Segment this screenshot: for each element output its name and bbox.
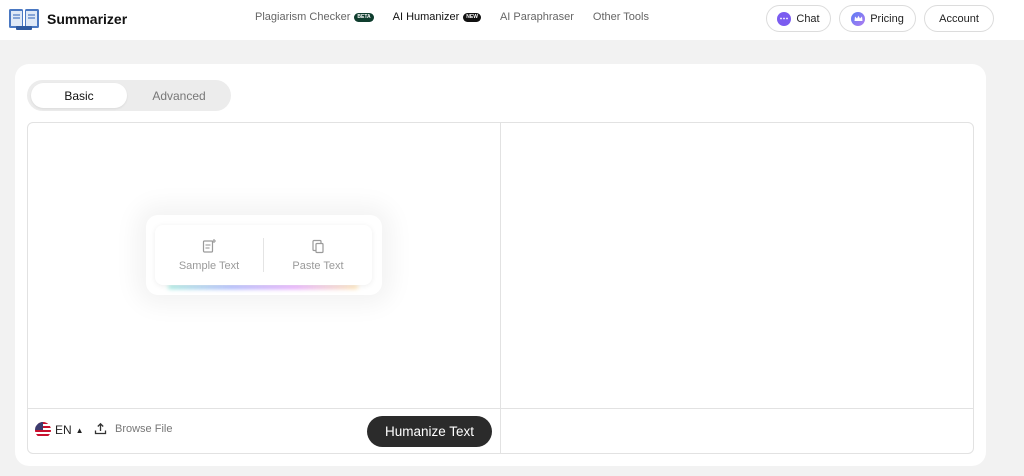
sample-text-label: Sample Text xyxy=(178,260,240,272)
input-helper-box: Sample Text Paste Text xyxy=(155,225,372,285)
us-flag-icon xyxy=(35,422,51,438)
language-code: EN xyxy=(55,423,72,437)
browse-file-button[interactable]: Browse File xyxy=(94,422,172,435)
language-selector[interactable]: EN ▲ xyxy=(35,422,84,438)
chat-button[interactable]: Chat xyxy=(766,5,831,32)
pane-divider xyxy=(500,123,501,453)
humanizer-card: Basic Advanced Sample Text Paste Text EN… xyxy=(15,64,986,466)
account-button[interactable]: Account xyxy=(924,5,994,32)
upload-icon xyxy=(94,422,107,435)
nav-label: Plagiarism Checker xyxy=(255,11,351,23)
nav-ai-paraphraser[interactable]: AI Paraphraser xyxy=(500,11,574,23)
top-header: Summarizer Plagiarism Checker BETA AI Hu… xyxy=(0,0,1024,40)
nav-other-tools[interactable]: Other Tools xyxy=(593,11,649,23)
sample-text-button[interactable]: Sample Text xyxy=(155,225,263,285)
caret-up-icon: ▲ xyxy=(75,425,84,435)
mode-toggle: Basic Advanced xyxy=(27,80,231,111)
book-logo-icon xyxy=(9,9,39,30)
chat-label: Chat xyxy=(796,12,820,25)
brand-name: Summarizer xyxy=(47,11,128,27)
pricing-label: Pricing xyxy=(870,12,904,25)
browse-file-label: Browse File xyxy=(115,422,173,435)
clipboard-icon xyxy=(312,239,324,254)
nav-label: Other Tools xyxy=(592,11,649,23)
nav-label: AI Paraphraser xyxy=(499,11,574,23)
pricing-button[interactable]: Pricing xyxy=(839,5,916,32)
new-badge: NEW xyxy=(463,12,481,22)
mode-advanced-tab[interactable]: Advanced xyxy=(131,83,227,108)
editor-area: Sample Text Paste Text EN ▲ Browse File … xyxy=(27,122,974,454)
nav-plagiarism-checker[interactable]: Plagiarism Checker BETA xyxy=(255,11,374,23)
sample-doc-icon xyxy=(202,239,216,253)
account-label: Account xyxy=(939,12,979,25)
rainbow-underglow xyxy=(168,285,358,289)
footer-divider xyxy=(28,408,973,409)
crown-icon xyxy=(851,11,866,26)
beta-badge: BETA xyxy=(354,12,374,22)
brand-logo-link[interactable]: Summarizer xyxy=(8,6,127,32)
chat-bubble-icon xyxy=(777,11,792,26)
humanize-text-button[interactable]: Humanize Text xyxy=(367,416,492,447)
main-nav: Plagiarism Checker BETA AI Humanizer NEW… xyxy=(255,11,668,23)
paste-text-label: Paste Text xyxy=(292,260,344,272)
nav-label: AI Humanizer xyxy=(392,11,460,23)
mode-basic-tab[interactable]: Basic xyxy=(31,83,127,108)
paste-text-button[interactable]: Paste Text xyxy=(264,225,372,285)
nav-ai-humanizer[interactable]: AI Humanizer NEW xyxy=(393,11,481,23)
